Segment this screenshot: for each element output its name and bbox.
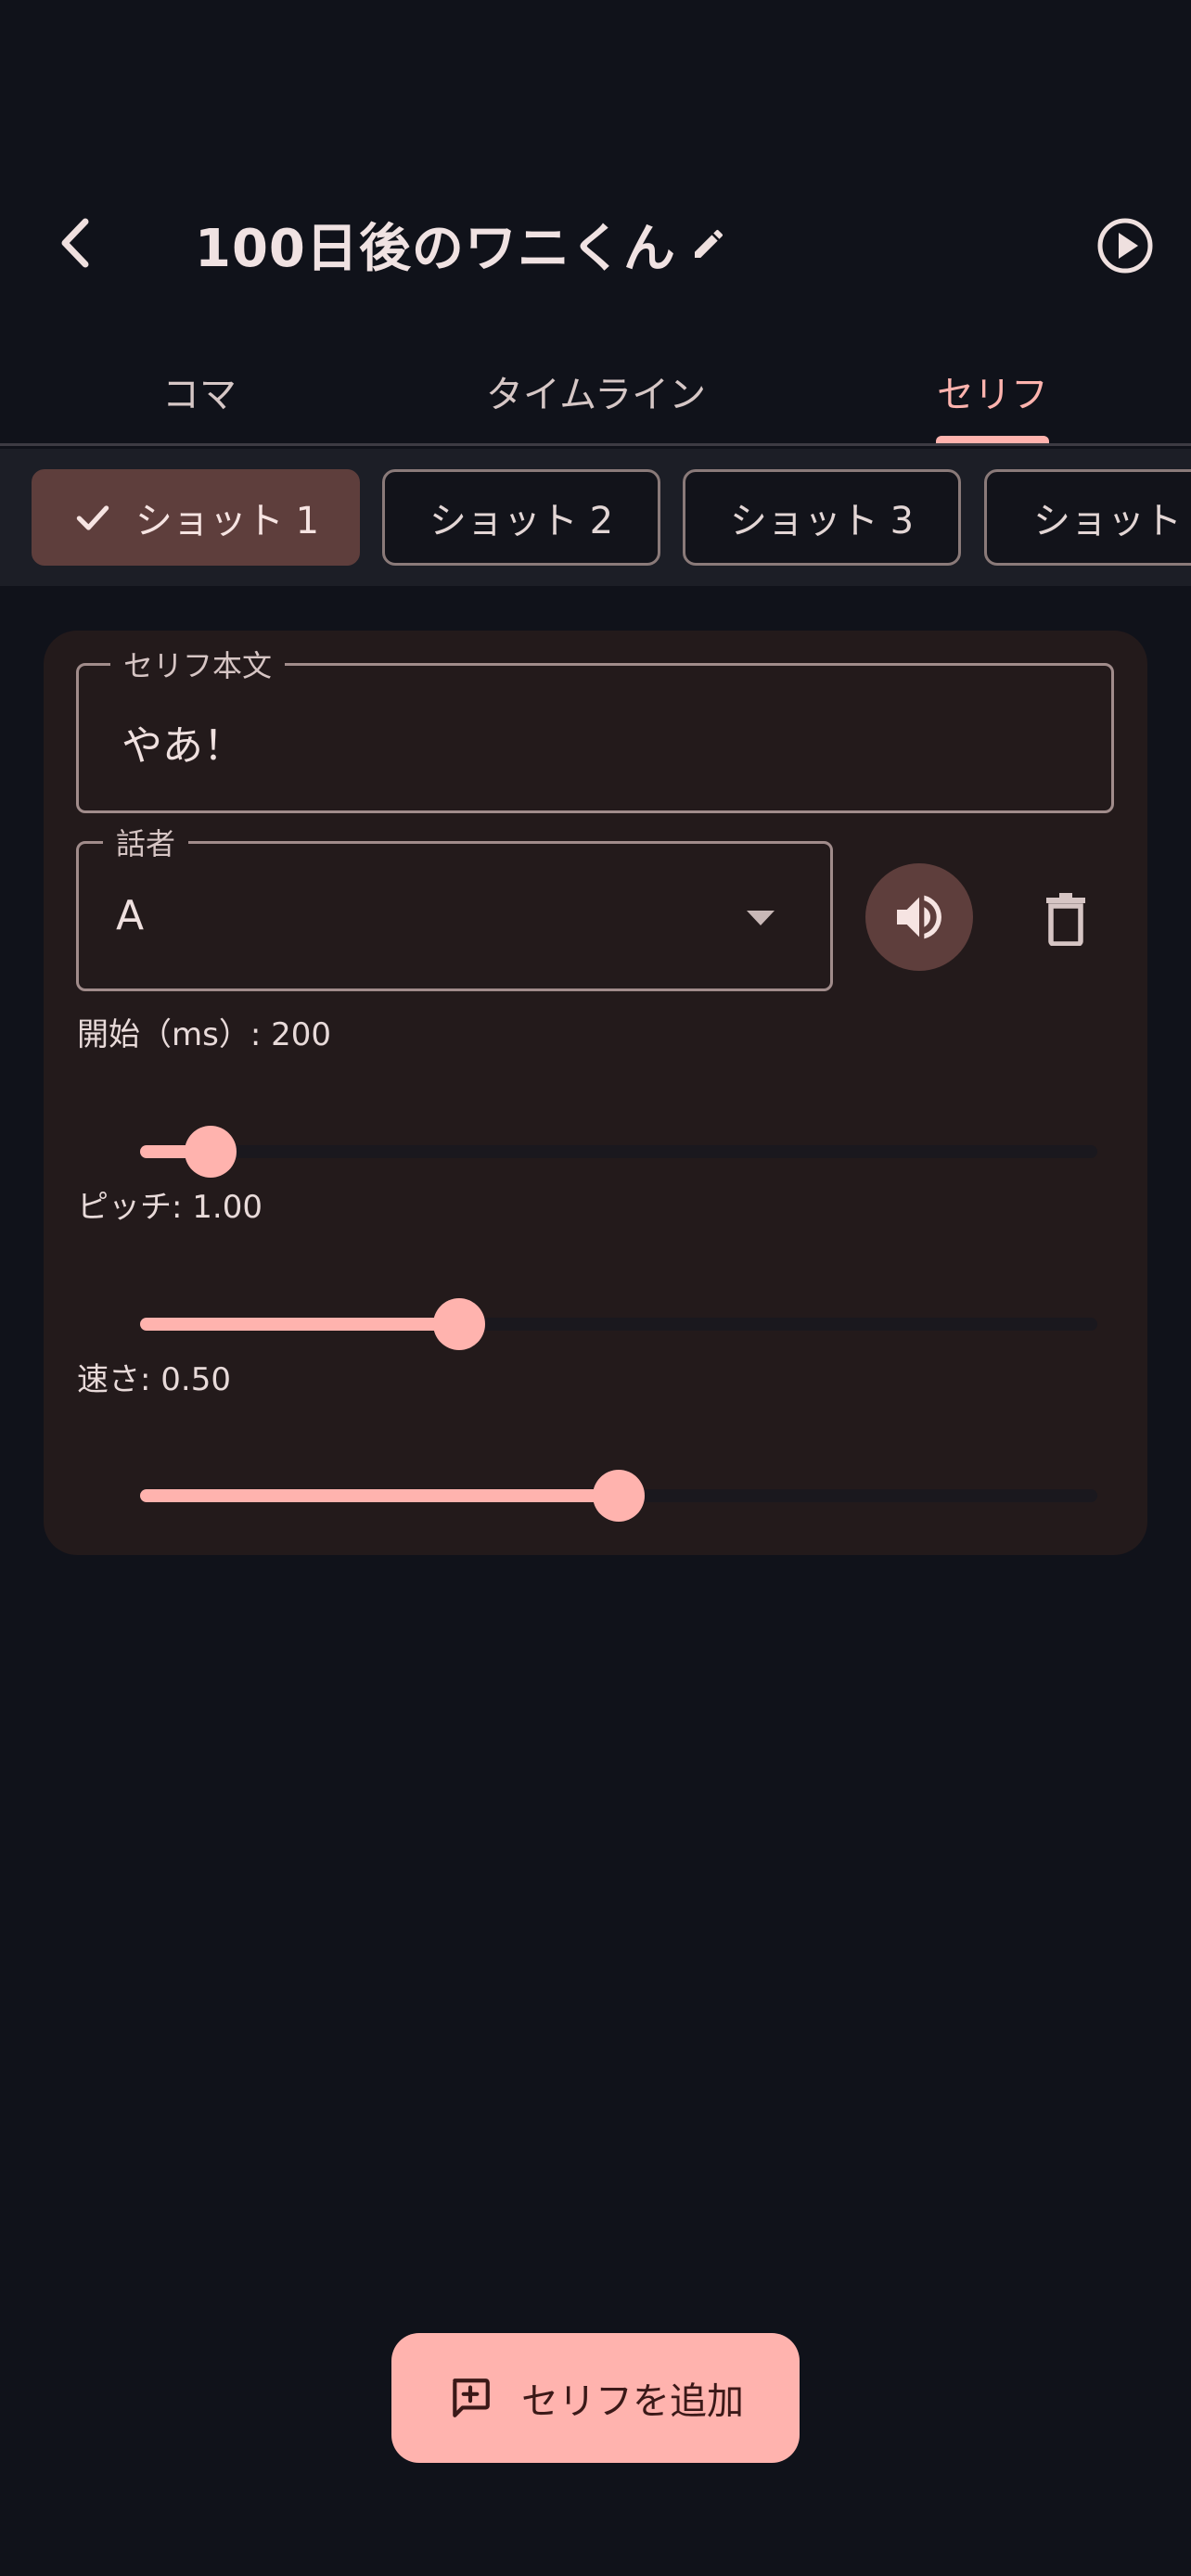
- volume-up-icon: [897, 895, 941, 939]
- speaker-dropdown[interactable]: 話者 A: [76, 821, 833, 991]
- shot-chip-label: ショット 1: [134, 500, 320, 542]
- check-icon: [76, 505, 109, 530]
- delete-line-button[interactable]: [1019, 873, 1112, 965]
- edit-title-button[interactable]: [684, 219, 734, 269]
- shot-chip-2[interactable]: ショット 2: [382, 469, 660, 566]
- speaker-value: A: [116, 892, 145, 939]
- trash-icon: [1046, 893, 1085, 946]
- slider-thumb[interactable]: [185, 1126, 237, 1178]
- speed-slider-label: 速さ: 0.50: [77, 1361, 231, 1398]
- slider-fill: [140, 1489, 619, 1502]
- line-text-label: セリフ本文: [110, 643, 286, 685]
- slider-thumb[interactable]: [433, 1298, 485, 1350]
- shot-chip-1[interactable]: ショット 1: [32, 469, 360, 566]
- shot-chip-3[interactable]: ショット 3: [683, 469, 961, 566]
- play-button[interactable]: [1085, 206, 1165, 286]
- play-circle-icon: [1097, 218, 1153, 274]
- shot-chip-label: ショット 3: [729, 500, 915, 542]
- chevron-left-icon: [61, 218, 89, 268]
- add-line-label: セリフを追加: [521, 2380, 744, 2423]
- line-text-field[interactable]: セリフ本文 やあ！: [76, 643, 1114, 813]
- speak-button[interactable]: [865, 863, 973, 971]
- active-tab-indicator: [936, 436, 1049, 443]
- shot-chip-4[interactable]: ショット 4: [984, 469, 1191, 566]
- shot-chip-label: ショット 4: [1033, 500, 1191, 542]
- app-bar: 100日後のワニくん: [0, 185, 1191, 301]
- start-slider[interactable]: [140, 1115, 1097, 1189]
- slider-thumb[interactable]: [593, 1470, 645, 1522]
- pitch-slider-label: ピッチ: 1.00: [77, 1189, 263, 1226]
- shot-chip-label: ショット 2: [429, 500, 614, 542]
- add-comment-icon: [453, 2378, 490, 2417]
- start-slider-label: 開始（ms）: 200: [77, 1016, 331, 1053]
- pencil-icon: [694, 229, 723, 258]
- tab-timeline[interactable]: タイムライン: [464, 338, 728, 443]
- speed-slider[interactable]: [140, 1459, 1097, 1533]
- pitch-slider[interactable]: [140, 1287, 1097, 1361]
- line-editor-card: セリフ本文 やあ！ 話者 A 開始（ms）: 200 ピッチ: 1.00 速さ:: [44, 631, 1147, 1555]
- slider-fill: [140, 1318, 459, 1331]
- slider-track: [140, 1145, 1097, 1158]
- shot-chip-row: ショット 1 ショット 2 ショット 3 ショット 4: [0, 449, 1191, 586]
- page-title: 100日後のワニくん: [195, 218, 676, 279]
- dropdown-arrow-icon: [747, 911, 775, 925]
- title-area: 100日後のワニくん: [195, 211, 734, 279]
- tab-frames[interactable]: コマ: [93, 338, 306, 443]
- back-button[interactable]: [39, 206, 113, 280]
- tab-bar: コマ タイムライン セリフ: [0, 338, 1191, 446]
- speaker-label: 話者: [103, 821, 189, 863]
- line-text-value: やあ！: [122, 722, 244, 770]
- tab-lines[interactable]: セリフ: [890, 338, 1095, 443]
- add-line-button[interactable]: セリフを追加: [391, 2333, 800, 2463]
